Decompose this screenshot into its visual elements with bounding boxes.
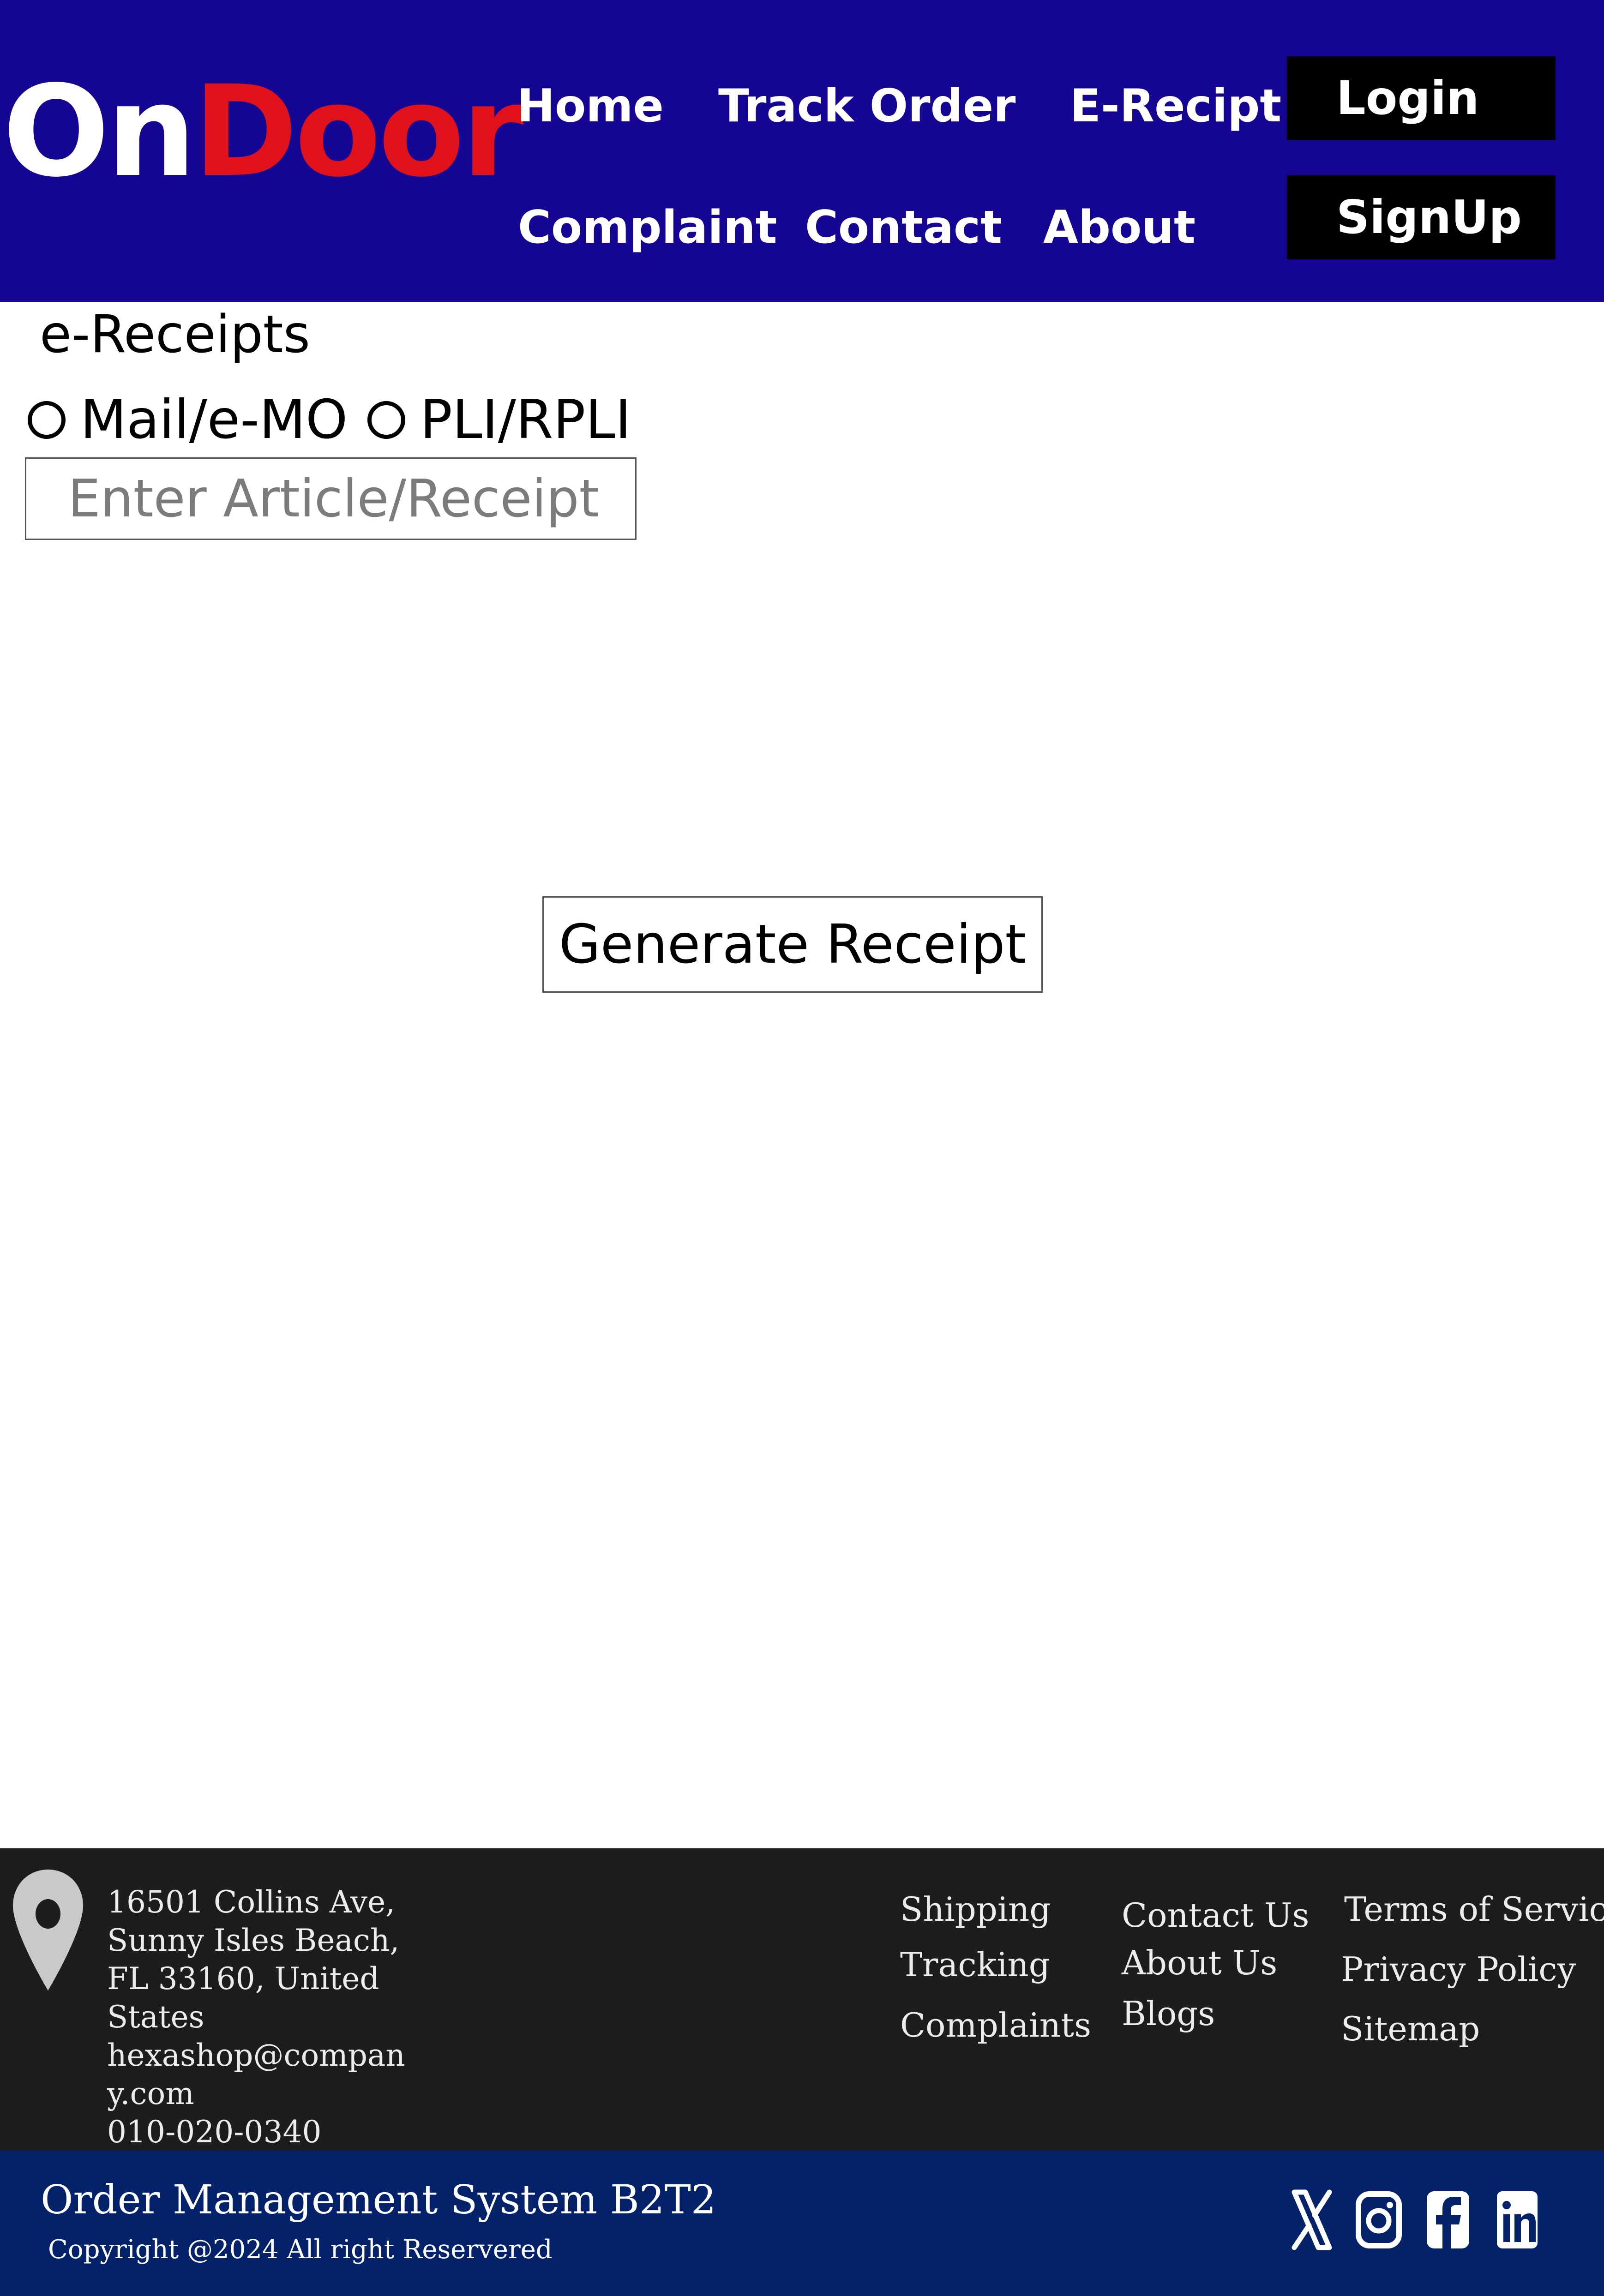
radio-button-icon[interactable] [367, 401, 405, 439]
radio-label-mail-emo: Mail/e-MO [80, 389, 348, 451]
instagram-icon[interactable] [1355, 2188, 1403, 2252]
copyright-text: Copyright @2024 All right Reservered [48, 2235, 553, 2265]
x-icon[interactable] [1288, 2188, 1336, 2252]
footer-link-tracking[interactable]: Tracking [900, 1944, 1050, 1985]
contact-email: hexashop@compan [107, 2038, 405, 2073]
address-line: 16501 Collins Ave, [107, 1884, 396, 1920]
facebook-icon[interactable] [1424, 2188, 1472, 2252]
nav-track-order[interactable]: Track Order [718, 81, 1016, 132]
nav-e-recipt[interactable]: E-Recipt [1070, 81, 1281, 132]
radio-button-icon[interactable] [28, 401, 66, 439]
login-button[interactable]: Login [1287, 56, 1556, 140]
article-receipt-input[interactable] [25, 457, 637, 540]
brand-logo[interactable]: OnDoor [3, 69, 524, 195]
nav-contact[interactable]: Contact [805, 202, 1002, 253]
footer-link-privacy-policy[interactable]: Privacy Policy [1341, 1948, 1576, 1990]
location-pin-icon [13, 1870, 83, 1990]
logo-on-text: On [3, 59, 196, 205]
footer-link-about-us[interactable]: About Us [1122, 1942, 1277, 1984]
footer-link-terms-of-service[interactable]: Terms of Service [1344, 1888, 1604, 1930]
signup-button[interactable]: SignUp [1287, 175, 1556, 259]
linkedin-icon[interactable] [1493, 2188, 1541, 2252]
address-line: States [107, 1999, 204, 2035]
address-line: Sunny Isles Beach, [107, 1923, 400, 1958]
footer-link-shipping[interactable]: Shipping [900, 1888, 1051, 1930]
radio-pli-rpli[interactable]: PLI/RPLI [367, 390, 631, 450]
generate-receipt-button[interactable]: Generate Receipt [542, 896, 1043, 993]
logo-door-text: Door [193, 59, 524, 205]
footer-link-complaints[interactable]: Complaints [900, 2004, 1091, 2046]
address-line: FL 33160, United [107, 1961, 379, 1996]
footer-link-sitemap[interactable]: Sitemap [1341, 2008, 1480, 2050]
page-title: e-Receipts [40, 305, 310, 365]
contact-email: y.com [107, 2076, 194, 2111]
footer-link-blogs[interactable]: Blogs [1122, 1993, 1215, 2034]
nav-complaint[interactable]: Complaint [518, 202, 777, 253]
footer-link-contact-us[interactable]: Contact Us [1122, 1894, 1309, 1936]
radio-label-pli-rpli: PLI/RPLI [420, 389, 631, 451]
contact-phone: 010-020-0340 [107, 2114, 322, 2150]
nav-about[interactable]: About [1043, 202, 1195, 253]
system-title: Order Management System B2T2 [41, 2177, 716, 2223]
radio-mail-emo[interactable]: Mail/e-MO [28, 390, 348, 450]
nav-home[interactable]: Home [517, 81, 664, 132]
